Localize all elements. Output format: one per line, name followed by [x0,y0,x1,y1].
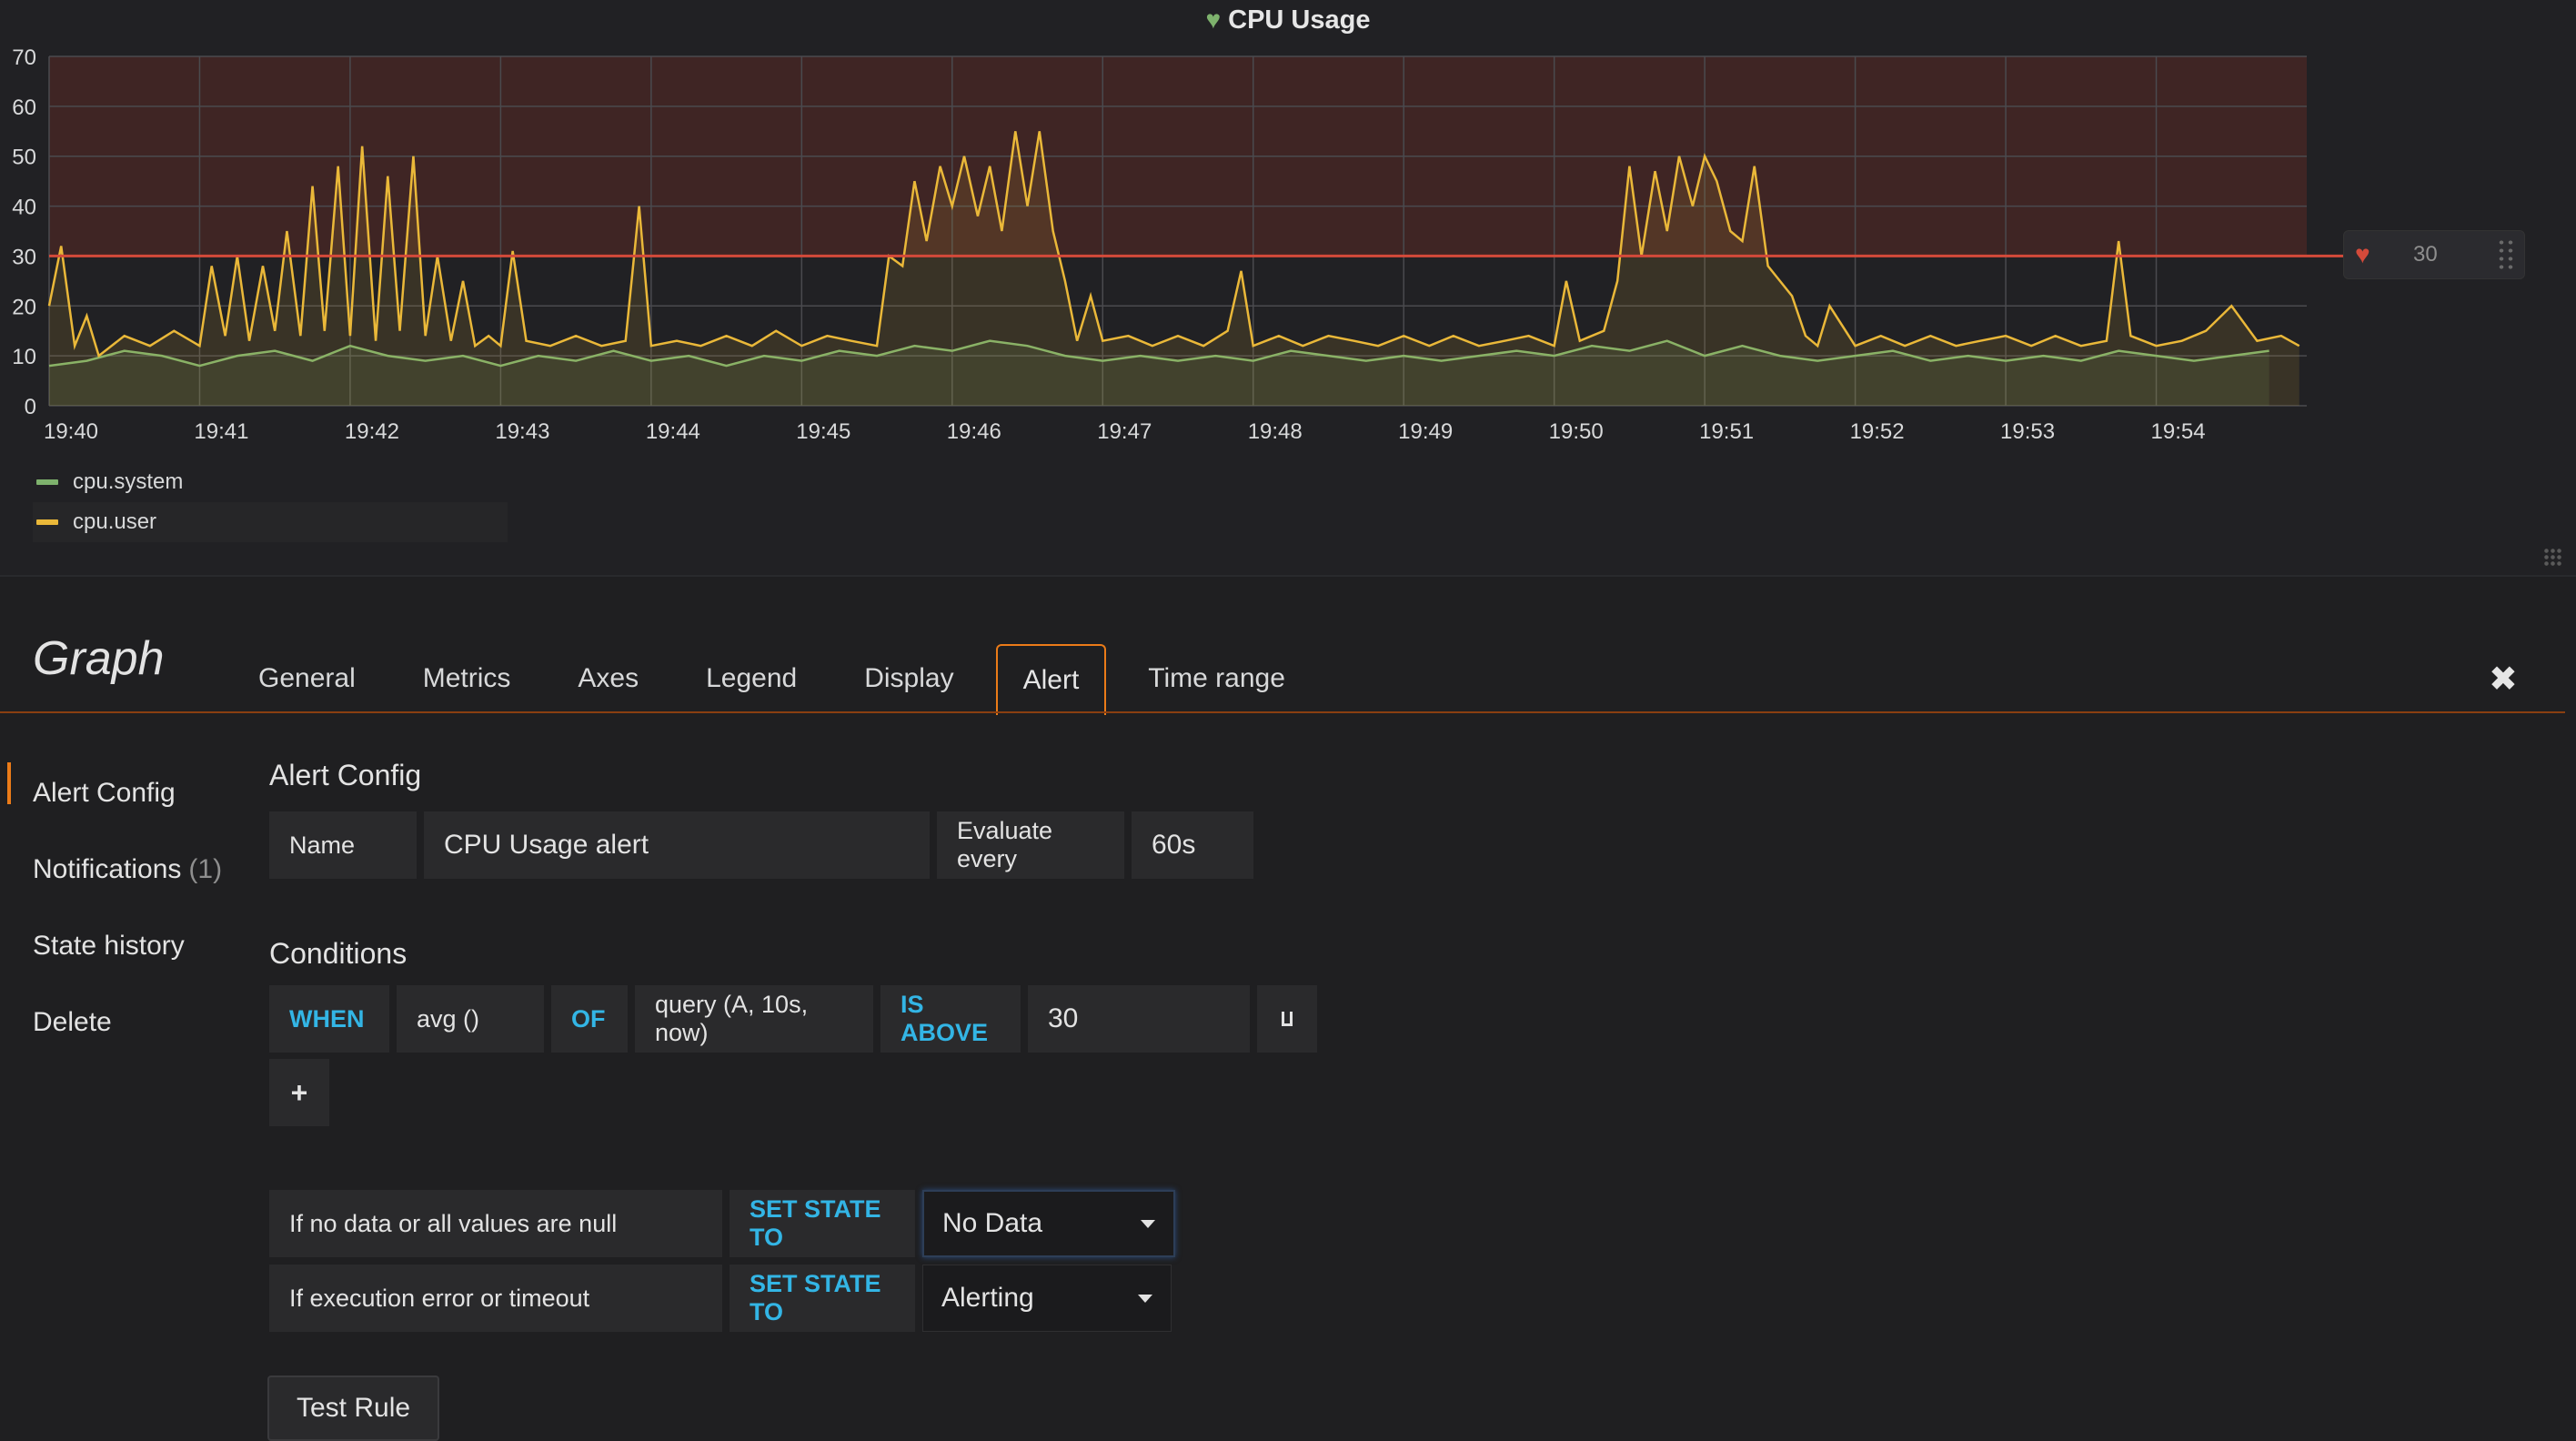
legend-swatch [36,479,58,485]
legend: cpu.system cpu.user [33,462,508,542]
heart-icon: ♥ [1205,5,1222,34]
close-icon[interactable]: ✖ [2489,659,2518,700]
x-tick-label: 19:49 [1398,419,1453,444]
graph-panel: 0 10 20 30 40 50 60 70 19:40 19:41 19:42 19:43 19:44… [0,0,2576,577]
x-tick-label: 19:45 [796,419,850,444]
x-tick-label: 19:50 [1549,419,1604,444]
alert-side-nav: Alert Config Notifications (1) State his… [0,755,236,1061]
y-tick-label: 30 [12,245,36,269]
evaluator-selector[interactable]: IS ABOVE [880,985,1021,1053]
name-label: Name [269,811,417,879]
x-tick-label: 19:43 [495,419,549,444]
y-tick-label: 50 [12,146,36,170]
notifications-count: (1) [188,854,223,884]
side-nav-notifications[interactable]: Notifications (1) [0,831,236,908]
conditions-heading: Conditions [269,937,408,970]
tab-display[interactable]: Display [839,644,979,713]
x-tick-label: 19:52 [1850,419,1905,444]
legend-swatch [36,519,58,525]
legend-label: cpu.system [73,469,184,494]
panel-title-text: CPU Usage [1228,5,1371,35]
evaluate-every-label: Evaluate every [937,811,1124,879]
select-value: Alerting [941,1283,1034,1313]
of-keyword: OF [551,985,628,1053]
exec-error-row: If execution error or timeout SET STATE … [269,1265,1179,1332]
y-tick-label: 0 [25,395,36,419]
add-condition-row: + [269,1059,337,1126]
y-tick-label: 40 [12,196,36,220]
y-tick-label: 10 [12,345,36,369]
legend-item-cpu-system[interactable]: cpu.system [33,462,508,502]
chevron-down-icon [1141,1219,1155,1228]
tab-legend[interactable]: Legend [680,644,822,713]
delete-condition-button[interactable] [1257,985,1317,1053]
x-tick-label: 19:46 [947,419,1001,444]
threshold-handle-value: 30 [2413,242,2438,267]
y-tick-label: 20 [12,295,36,319]
alert-config-row: Name CPU Usage alert Evaluate every 60s [269,811,1261,879]
x-tick-label: 19:40 [44,419,98,444]
side-nav-label: Notifications [33,854,182,884]
panel-resize-handle[interactable] [2543,548,2563,568]
x-tick-label: 19:44 [646,419,700,444]
side-nav-alert-config[interactable]: Alert Config [0,755,236,831]
select-value: No Data [942,1208,1043,1238]
set-state-keyword: SET STATE TO [730,1265,915,1332]
editor-tabs: General Metrics Axes Legend Display Aler… [233,644,1327,715]
tab-general[interactable]: General [233,644,381,713]
x-tick-label: 19:47 [1097,419,1152,444]
alert-name-input[interactable]: CPU Usage alert [424,811,930,879]
side-nav-label: Alert Config [33,778,176,808]
tab-axes[interactable]: Axes [552,644,664,713]
no-data-label: If no data or all values are null [269,1190,722,1257]
x-tick-label: 19:41 [194,419,248,444]
no-data-row: If no data or all values are null SET ST… [269,1190,1182,1257]
tab-time-range[interactable]: Time range [1122,644,1311,713]
add-condition-button[interactable]: + [269,1059,329,1126]
x-tick-label: 19:51 [1699,419,1754,444]
side-nav-delete[interactable]: Delete [0,984,236,1061]
x-tick-label: 19:54 [2151,419,2206,444]
no-data-state-select[interactable]: No Data [922,1190,1175,1257]
condition-row: WHEN avg () OF query (A, 10s, now) IS AB… [269,985,1324,1053]
tab-metrics[interactable]: Metrics [397,644,537,713]
legend-label: cpu.user [73,509,157,534]
chevron-down-icon [1138,1294,1152,1303]
side-nav-label: Delete [33,1007,112,1037]
set-state-keyword: SET STATE TO [730,1190,915,1257]
drag-grip-icon[interactable] [2497,238,2515,271]
exec-error-state-select[interactable]: Alerting [922,1265,1172,1332]
alert-config-heading: Alert Config [269,759,422,791]
y-tick-label: 60 [12,96,36,120]
y-tick-label: 70 [12,45,36,70]
exec-error-label: If execution error or timeout [269,1265,722,1332]
test-rule-button[interactable]: Test Rule [267,1376,440,1441]
side-nav-state-history[interactable]: State history [0,908,236,984]
reducer-selector[interactable]: avg () [397,985,544,1053]
broken-heart-icon: ♥ [2355,240,2370,268]
when-keyword: WHEN [269,985,389,1053]
legend-item-cpu-user[interactable]: cpu.user [33,502,508,542]
tab-alert[interactable]: Alert [995,644,1107,715]
panel-title[interactable]: ♥ CPU Usage [0,5,2576,35]
trash-icon [1282,1012,1293,1026]
threshold-input[interactable]: 30 [1028,985,1250,1053]
side-nav-label: State history [33,931,185,961]
x-tick-label: 19:42 [345,419,399,444]
x-tick-label: 19:48 [1248,419,1303,444]
query-selector[interactable]: query (A, 10s, now) [635,985,873,1053]
evaluate-every-input[interactable]: 60s [1132,811,1253,879]
cpu-usage-chart: 0 10 20 30 40 50 60 70 19:40 19:41 19:42 19:43 19:44… [12,45,2343,444]
threshold-handle[interactable]: ♥ 30 [2343,230,2525,279]
x-tick-label: 19:53 [2000,419,2055,444]
editor-title: Graph [33,632,165,685]
tab-divider [0,711,2565,713]
